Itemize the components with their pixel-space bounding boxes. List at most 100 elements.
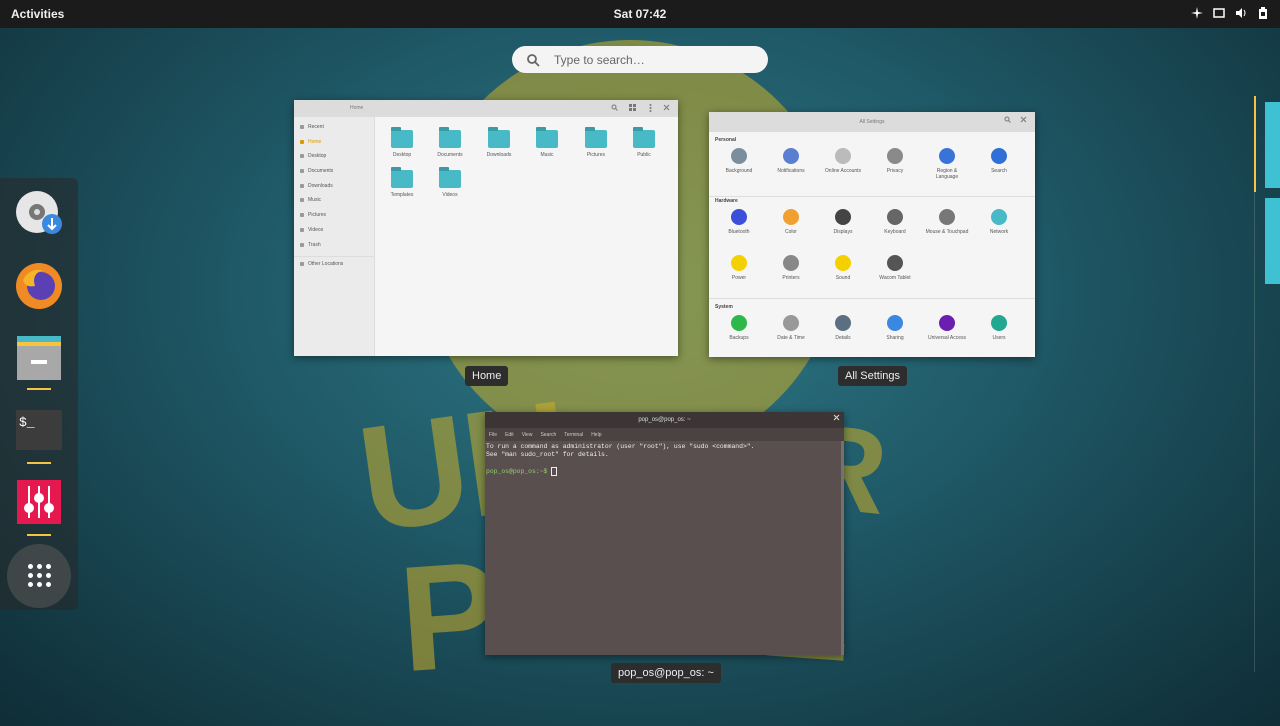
settings-item-label: Search [991,168,1007,174]
search-icon[interactable] [1004,112,1011,132]
settings-item-privacy[interactable]: Privacy [873,148,917,174]
settings-item-universal-access[interactable]: Universal Access [925,315,969,341]
terminal-window[interactable]: pop_os@pop_os: ~ File Edit View Search T… [485,412,844,655]
system-tray[interactable] [1190,6,1270,20]
settings-item-sound[interactable]: Sound [821,255,865,281]
sidebar-item-other-locations[interactable]: Other Locations [294,256,374,272]
menu-file[interactable]: File [489,432,497,438]
settings-item-displays[interactable]: Displays [821,209,865,235]
search-bar[interactable] [512,46,768,73]
battery-icon[interactable] [1256,6,1270,20]
terminal-body[interactable]: To run a command as administrator (user … [485,441,844,478]
folder-icon [391,127,413,148]
divider [709,196,1035,197]
pop-shop-icon[interactable] [15,190,63,238]
menu-help[interactable]: Help [591,432,601,438]
settings-item-label: Date & Time [777,335,805,341]
folder-item[interactable]: Pictures [576,127,616,158]
settings-item-sharing[interactable]: Sharing [873,315,917,341]
search-input[interactable] [552,51,746,68]
clock[interactable]: Sat 07:42 [0,7,1280,21]
settings-item-label: Background [725,168,753,174]
settings-item-bluetooth[interactable]: Bluetooth [717,209,761,235]
volume-icon[interactable] [1234,6,1248,20]
window-label-terminal[interactable]: pop_os@pop_os: ~ [611,663,721,683]
settings-item-color[interactable]: Color [769,209,813,235]
settings-item-users[interactable]: Users [977,315,1021,341]
menu-terminal[interactable]: Terminal [564,432,583,438]
settings-item-background[interactable]: Background [717,148,761,174]
terminal-line: See "man sudo_root" for details. [486,451,609,458]
workspace-thumbnail[interactable] [1265,198,1280,284]
menu-edit[interactable]: Edit [505,432,514,438]
online-accounts-icon [835,148,851,164]
folder-item[interactable]: Documents [430,127,470,158]
settings-item-power[interactable]: Power [717,255,761,281]
settings-item-printers[interactable]: Printers [769,255,813,281]
settings-item-region-language[interactable]: Region & Language [925,148,969,180]
settings-item-notifications[interactable]: Notifications [769,148,813,174]
settings-item-label: Users [992,335,1006,341]
search-icon [527,53,540,67]
folder-item[interactable]: Videos [430,167,470,198]
show-applications-button[interactable] [7,544,71,608]
settings-item-label: Displays [833,229,853,235]
settings-item-label: Mouse & Touchpad [925,229,969,235]
menu-view[interactable]: View [522,432,533,438]
settings-item-keyboard[interactable]: Keyboard [873,209,917,235]
sidebar-item-music[interactable]: Music [294,193,374,208]
sidebar-item-desktop[interactable]: Desktop [294,149,374,164]
sidebar-item-downloads[interactable]: Downloads [294,179,374,194]
terminal-icon[interactable]: $_ [15,406,63,454]
settings-item-mouse-touchpad[interactable]: Mouse & Touchpad [925,209,969,235]
settings-item-network[interactable]: Network [977,209,1021,235]
sidebar-item-documents[interactable]: Documents [294,164,374,179]
settings-item-details[interactable]: Details [821,315,865,341]
settings-item-label: Color [785,229,797,235]
settings-item-backups[interactable]: Backups [717,315,761,341]
sidebar-item-videos[interactable]: Videos [294,223,374,238]
window-label-files[interactable]: Home [465,366,509,386]
files-headerbar: Home [294,100,678,117]
menu-icon[interactable] [649,104,652,114]
folder-item[interactable]: Downloads [479,127,519,158]
folder-item[interactable]: Music [527,127,567,158]
folder-item[interactable]: Templates [382,167,422,198]
settings-icon[interactable] [15,478,63,526]
settings-item-online-accounts[interactable]: Online Accounts [821,148,865,174]
privacy-icon [887,148,903,164]
sidebar-item-pictures[interactable]: Pictures [294,208,374,223]
folder-item[interactable]: Public [624,127,664,158]
svg-text:$_: $_ [19,415,35,430]
settings-item-search[interactable]: Search [977,148,1021,174]
folder-item[interactable]: Desktop [382,127,422,158]
sidebar-item-recent[interactable]: Recent [294,120,374,135]
files-window[interactable]: Home Recent Home Desktop Documents Downl… [294,100,678,356]
screen-icon[interactable] [1212,6,1226,20]
search-icon[interactable] [611,104,618,113]
close-icon[interactable] [833,412,840,428]
window-label-settings[interactable]: All Settings [838,366,908,386]
settings-title: All Settings [859,119,885,125]
view-grid-icon[interactable] [629,104,636,113]
settings-window[interactable]: All Settings Personal Hardware System Ba… [709,112,1035,357]
settings-item-date-time[interactable]: Date & Time [769,315,813,341]
divider [709,298,1035,299]
settings-item-wacom-tablet[interactable]: Wacom Tablet [873,255,917,281]
network-icon[interactable] [1190,6,1204,20]
terminal-scrollbar[interactable] [841,441,844,655]
running-indicator [27,462,51,464]
folder-label: Desktop [392,152,412,158]
menu-search[interactable]: Search [540,432,556,438]
close-icon[interactable] [1020,112,1027,132]
close-icon[interactable] [663,104,670,113]
settings-item-label: Wacom Tablet [879,275,911,281]
sidebar-item-trash[interactable]: Trash [294,238,374,253]
sidebar-item-home[interactable]: Home [294,135,374,150]
workspace-thumbnail[interactable] [1265,102,1280,188]
folder-label: Documents [437,152,463,158]
firefox-icon[interactable] [15,262,63,310]
files-icon[interactable] [15,334,63,382]
running-indicator [27,534,51,536]
folder-label: Templates [390,192,414,198]
